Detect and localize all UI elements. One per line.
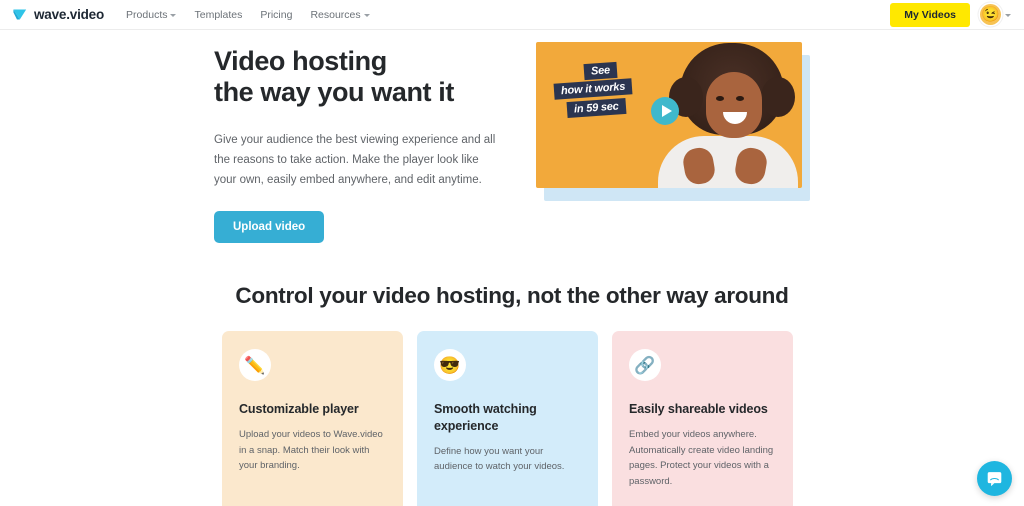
video-thumbnail[interactable]: See how it works in 59 sec	[536, 42, 802, 188]
hero-subtitle: Give your audience the best viewing expe…	[214, 133, 496, 186]
page-title: Video hosting the way you want it	[214, 46, 514, 109]
nav-item-templates[interactable]: Templates	[194, 9, 242, 21]
header-actions: My Videos 😉	[890, 2, 1011, 27]
video-label-line-3: in 59 sec	[566, 97, 627, 119]
features-section-title: Control your video hosting, not the othe…	[235, 283, 789, 308]
presenter-face	[706, 72, 762, 138]
logo-text: wave.video	[34, 7, 105, 22]
nav-label: Pricing	[260, 8, 293, 21]
card-body: Embed your videos anywhere. Automaticall…	[629, 428, 774, 487]
card-title: Customizable player	[239, 402, 359, 416]
chat-bubble-glyph	[987, 472, 1002, 487]
card-title: Easily shareable videos	[629, 402, 768, 416]
nav-item-pricing[interactable]: Pricing	[260, 9, 292, 21]
my-videos-button[interactable]: My Videos	[890, 2, 970, 27]
nav-label: Templates	[194, 8, 243, 21]
hero-title-line-1: Video hosting	[214, 46, 387, 76]
chevron-down-icon	[170, 13, 177, 17]
main-nav: Products Templates Pricing Resources	[126, 9, 370, 21]
link-chain-icon: 🔗	[629, 349, 661, 381]
sunglasses-face-icon: 😎	[434, 349, 466, 381]
nav-label: Resources	[310, 8, 361, 21]
logo[interactable]: wave.video	[12, 6, 104, 23]
play-triangle-icon	[661, 105, 672, 117]
nav-item-products[interactable]: Products	[126, 8, 177, 21]
card-icon-glyph: 😎	[439, 355, 461, 375]
play-button-icon[interactable]	[651, 97, 679, 125]
card-icon-glyph: 🔗	[634, 355, 656, 375]
feature-card-customizable-player[interactable]: ✏️ Customizable player Upload your video…	[222, 331, 403, 506]
card-body: Define how you want your audience to wat…	[434, 445, 565, 473]
chevron-down-icon	[363, 13, 370, 17]
presenter-eye-right	[736, 96, 744, 101]
nav-item-resources[interactable]: Resources	[310, 8, 370, 21]
card-icon-glyph: ✏️	[244, 355, 266, 375]
pencil-icon: ✏️	[239, 349, 271, 381]
site-header: wave.video Products Templates Pricing Re…	[0, 0, 1024, 30]
presenter-smile	[723, 112, 747, 124]
hero-copy: Video hosting the way you want it Give y…	[214, 46, 514, 243]
upload-video-button[interactable]: Upload video	[214, 211, 325, 243]
card-body: Upload your videos to Wave.video in a sn…	[239, 428, 383, 472]
avatar: 😉	[980, 4, 1001, 25]
nav-label: Products	[126, 8, 168, 21]
video-label-line-2: how it works	[553, 78, 633, 100]
chevron-down-icon	[1005, 13, 1011, 17]
wave-play-logo-icon	[12, 6, 29, 23]
feature-card-smooth-watching[interactable]: 😎 Smooth watching experience Define how …	[417, 331, 598, 506]
account-menu[interactable]: 😉	[980, 4, 1011, 25]
hero-title-line-2: the way you want it	[214, 77, 454, 108]
feature-card-shareable-videos[interactable]: 🔗 Easily shareable videos Embed your vid…	[612, 331, 793, 506]
video-label-line-1: See	[583, 61, 618, 81]
hero-section: Video hosting the way you want it Give y…	[0, 30, 1024, 260]
feature-cards: ✏️ Customizable player Upload your video…	[222, 331, 793, 506]
chat-bubble-icon[interactable]	[977, 461, 1012, 496]
avatar-emoji: 😉	[981, 6, 1000, 23]
presenter-eye-left	[716, 96, 724, 101]
card-title: Smooth watching experience	[434, 402, 537, 433]
